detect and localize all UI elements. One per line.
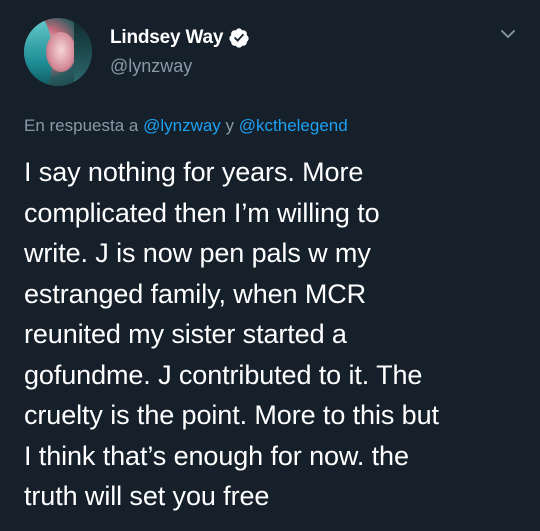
tweet-card: Lindsey Way @lynzway En respuesta a @lyn… — [0, 0, 540, 531]
reply-mention-lynzway[interactable]: @lynzway — [143, 116, 221, 135]
chevron-down-icon[interactable] — [500, 28, 516, 40]
author-name-row[interactable]: Lindsey Way — [110, 26, 250, 50]
reply-mention-kcthelegend[interactable]: @kcthelegend — [239, 116, 348, 135]
tweet-text: I say nothing for years. More complicate… — [24, 157, 439, 511]
avatar-shade — [74, 18, 92, 86]
verified-badge-icon — [229, 28, 249, 48]
reply-prefix: En respuesta a — [24, 116, 144, 135]
display-name[interactable]: Lindsey Way — [110, 27, 223, 49]
avatar-face — [46, 32, 76, 72]
reply-joiner: y — [220, 116, 239, 135]
avatar[interactable] — [24, 18, 92, 86]
reply-context: En respuesta a @lynzway y @kcthelegend — [24, 116, 348, 136]
author-handle[interactable]: @lynzway — [110, 56, 192, 77]
